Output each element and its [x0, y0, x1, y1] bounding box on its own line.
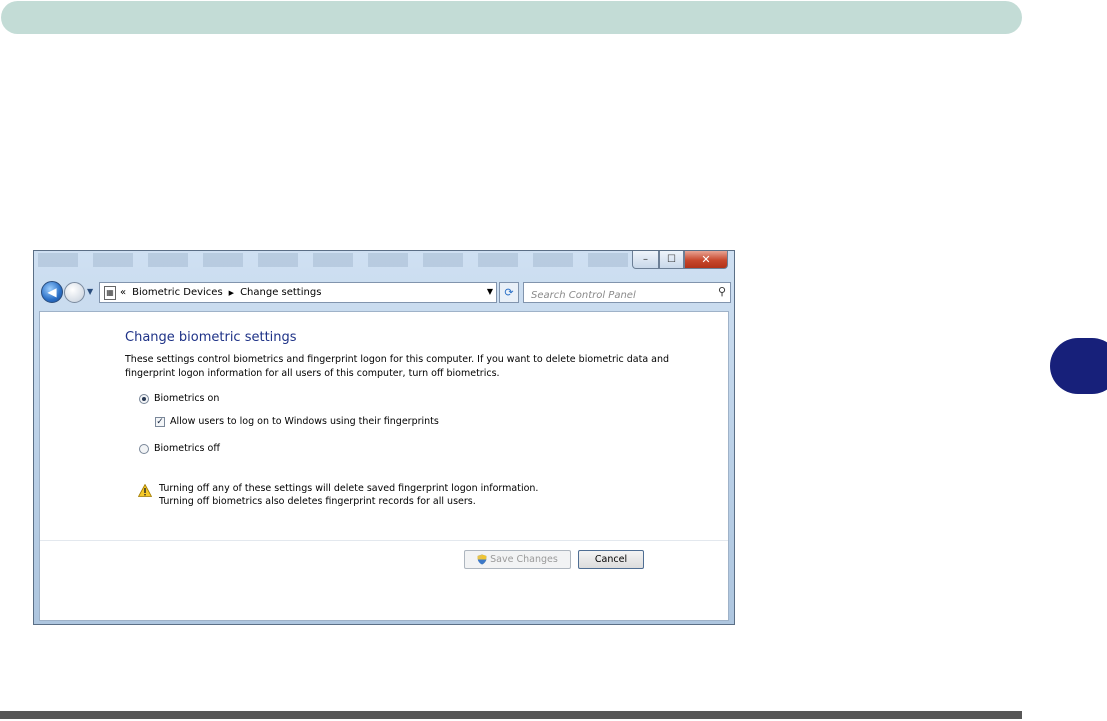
cancel-label[interactable]: Cancel [595, 554, 627, 565]
biometrics-on-radio[interactable] [139, 393, 149, 404]
address-dropdown-icon[interactable]: ▼ [487, 287, 493, 296]
breadcrumb-separator-icon[interactable]: ▶ [229, 289, 234, 297]
page-footer-bar [0, 711, 1022, 719]
back-arrow-icon: ◀ [47, 285, 57, 299]
breadcrumb-change-settings[interactable]: Change settings [240, 287, 321, 298]
save-changes-button[interactable]: Save Changes [464, 550, 571, 569]
breadcrumb-biometric-devices[interactable]: Biometric Devices [132, 287, 223, 298]
allow-fingerprint-logon-option[interactable]: ✓ Allow users to log on to Windows using… [155, 416, 439, 427]
chapter-tab [1050, 338, 1107, 394]
forward-button[interactable] [64, 282, 85, 303]
page-header-bar [1, 1, 1022, 34]
navigation-bar: ◀ ▼ ▦ « Biometric Devices ▶ Change setti… [41, 281, 731, 305]
button-divider [40, 540, 728, 541]
recent-pages-dropdown[interactable]: ▼ [87, 287, 93, 296]
allow-fingerprint-logon-checkbox[interactable]: ✓ [155, 416, 165, 427]
biometrics-off-radio[interactable] [139, 443, 149, 454]
address-bar[interactable]: ▦ « Biometric Devices ▶ Change settings … [99, 282, 497, 303]
warning-line-1: Turning off any of these settings will d… [159, 483, 539, 494]
biometrics-on-label[interactable]: Biometrics on [154, 393, 219, 404]
biometrics-on-option[interactable]: Biometrics on [139, 393, 219, 404]
save-changes-label[interactable]: Save Changes [490, 554, 558, 565]
cancel-button[interactable]: Cancel [578, 550, 644, 569]
biometrics-off-option[interactable]: Biometrics off [139, 443, 220, 454]
refresh-button[interactable]: ⟳ [499, 282, 519, 303]
close-button[interactable]: ✕ [684, 251, 728, 269]
control-panel-window: – ☐ ✕ ◀ ▼ ▦ « Biometric Devices ▶ Change… [33, 250, 735, 625]
refresh-icon: ⟳ [504, 286, 514, 299]
minimize-button[interactable]: – [632, 251, 659, 269]
maximize-button[interactable]: ☐ [659, 251, 684, 269]
biometrics-off-label[interactable]: Biometrics off [154, 443, 220, 454]
uac-shield-icon [477, 554, 487, 565]
warning-icon [138, 484, 152, 497]
back-button[interactable]: ◀ [41, 281, 63, 303]
caption-buttons: – ☐ ✕ [632, 251, 728, 269]
window-titlebar [38, 253, 638, 267]
search-input[interactable] [529, 286, 713, 305]
search-icon[interactable]: ⚲ [718, 285, 726, 298]
control-panel-icon: ▦ [104, 285, 116, 300]
page-title: Change biometric settings [125, 330, 297, 345]
search-box[interactable]: ⚲ [523, 282, 731, 305]
warning-line-2: Turning off biometrics also deletes fing… [159, 496, 476, 507]
settings-content: Change biometric settings These settings… [39, 311, 729, 621]
address-overflow-chevron[interactable]: « [120, 287, 126, 298]
settings-description: These settings control biometrics and fi… [125, 354, 670, 379]
warning-message: Turning off any of these settings will d… [159, 482, 538, 508]
allow-fingerprint-logon-label[interactable]: Allow users to log on to Windows using t… [170, 416, 439, 427]
